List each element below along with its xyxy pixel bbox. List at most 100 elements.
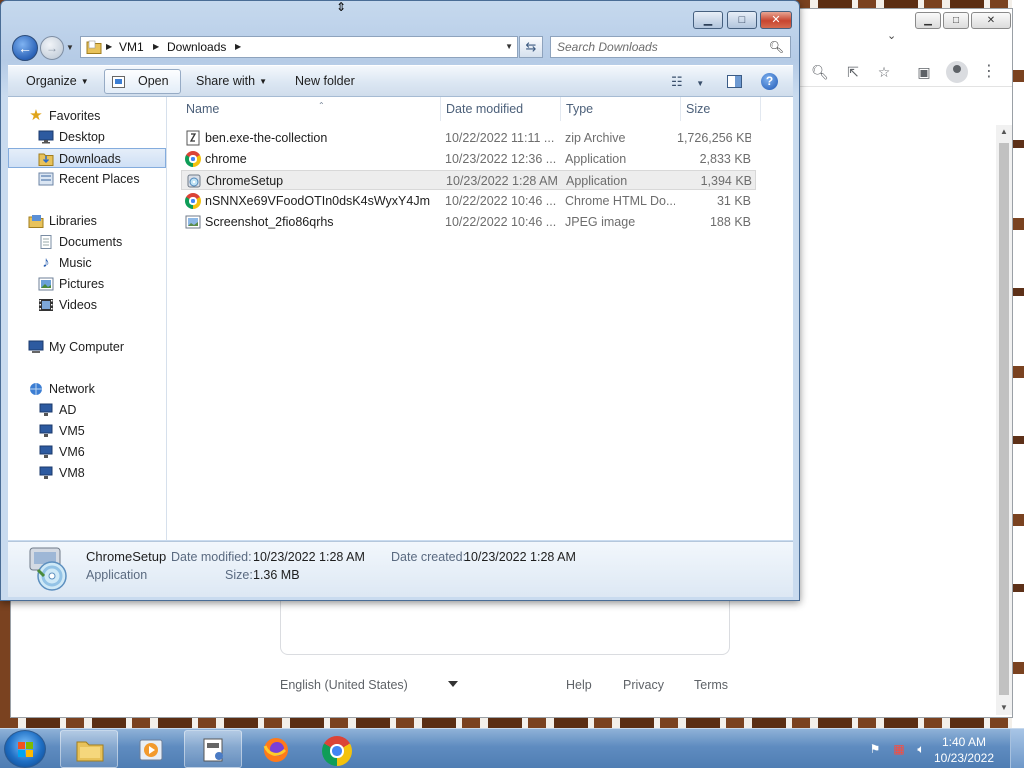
breadcrumb-downloads[interactable]: Downloads — [167, 40, 226, 54]
column-header-name-label: Name — [186, 102, 220, 116]
share-with-menu[interactable]: Share with ▼ — [196, 74, 267, 88]
chrome-icon — [185, 151, 201, 167]
network-computer-icon — [38, 403, 54, 417]
nav-network-vm5[interactable]: VM5 — [8, 421, 166, 441]
file-row[interactable]: chrome 10/23/2022 12:36 ... Application … — [181, 149, 756, 169]
nav-my-computer-label: My Computer — [49, 340, 125, 354]
media-player-icon — [139, 739, 163, 761]
nav-favorites[interactable]: ★ Favorites — [8, 106, 166, 126]
nav-pictures[interactable]: Pictures — [8, 274, 166, 294]
address-bar[interactable]: ▶ VM1 ▶ Downloads ▶ ▼ — [80, 36, 518, 58]
taskbar-firefox[interactable] — [246, 730, 304, 768]
show-desktop-button[interactable] — [1010, 729, 1024, 768]
breadcrumb-arrow-icon[interactable]: ▶ — [153, 42, 159, 51]
network-status-icon[interactable]: ▦ — [892, 742, 906, 756]
details-size-label: Size: — [225, 568, 253, 582]
details-file-type: Application — [86, 568, 148, 582]
search-box[interactable]: 🔍︎ — [550, 36, 791, 58]
network-computer-icon — [38, 445, 54, 459]
taskbar-chrome[interactable] — [308, 730, 366, 768]
system-clock[interactable]: 1:40 AM 10/23/2022 — [924, 734, 1004, 766]
menu-icon[interactable]: ⋮ — [980, 63, 998, 81]
clock-time: 1:40 AM — [941, 735, 987, 749]
breadcrumb-arrow-icon[interactable]: ▶ — [106, 42, 112, 51]
windows-logo-icon — [18, 742, 34, 758]
scrollbar-thumb[interactable] — [999, 143, 1009, 695]
file-row-selected[interactable]: ChromeSetup 10/23/2022 1:28 AM Applicati… — [181, 170, 756, 190]
recent-pages-dropdown[interactable]: ▼ — [66, 43, 74, 52]
nav-pictures-label: Pictures — [59, 277, 105, 291]
scroll-down-icon[interactable]: ▼ — [996, 701, 1012, 715]
column-header-name[interactable]: Name ⌃ — [181, 97, 441, 121]
language-selector[interactable]: English (United States) — [280, 678, 408, 692]
chrome-tab-search-icon[interactable]: ⌄ — [887, 29, 896, 42]
nav-libraries[interactable]: Libraries — [8, 211, 166, 231]
chrome-minimize-button[interactable]: ▁ — [915, 12, 941, 29]
breadcrumb-vm1[interactable]: VM1 — [119, 40, 144, 54]
search-icon[interactable]: 🔍︎ — [811, 63, 829, 81]
nav-videos[interactable]: Videos — [8, 295, 166, 315]
maximize-button[interactable]: □ — [727, 11, 757, 29]
close-button[interactable]: ✕ — [760, 11, 792, 29]
new-folder-button[interactable]: New folder — [295, 74, 355, 88]
profile-icon[interactable] — [946, 61, 968, 83]
privacy-link[interactable]: Privacy — [623, 678, 664, 692]
help-icon[interactable]: ? — [761, 73, 778, 90]
terms-link[interactable]: Terms — [694, 678, 728, 692]
chrome-scrollbar[interactable]: ▲ ▼ — [996, 125, 1012, 715]
nav-network-vm8[interactable]: VM8 — [8, 463, 166, 483]
address-history-dropdown[interactable]: ▼ — [505, 42, 513, 51]
nav-network[interactable]: Network — [8, 379, 166, 399]
desktop-background: ▁ □ ✕ ⌄ 🔍︎ ⇱ ☆ ▣ ⋮ ▲ ▼ English (United S… — [0, 0, 1024, 728]
file-size: 1,394 KB — [700, 174, 752, 188]
start-button[interactable] — [4, 730, 46, 768]
nav-music-label: Music — [59, 256, 92, 270]
column-header-size[interactable]: Size — [681, 97, 761, 121]
side-panel-icon[interactable]: ▣ — [915, 63, 933, 81]
file-row[interactable]: nSNNXe69VFoodOTIn0dsK4sWyxY4Jm 10/22/202… — [181, 191, 756, 211]
action-center-icon[interactable]: ⚑ — [868, 742, 882, 756]
nav-network-vm6[interactable]: VM6 — [8, 442, 166, 462]
refresh-button[interactable]: ⇆ — [519, 36, 543, 58]
star-icon: ★ — [29, 107, 43, 124]
organize-menu[interactable]: Organize ▼ — [26, 74, 89, 88]
nav-desktop[interactable]: Desktop — [8, 127, 166, 147]
taskbar-control-panel[interactable] — [184, 730, 242, 768]
scroll-up-icon[interactable]: ▲ — [996, 125, 1012, 139]
details-date-created: 10/23/2022 1:28 AM — [464, 550, 576, 564]
open-label[interactable]: Open — [138, 74, 169, 88]
installer-icon — [187, 174, 201, 188]
star-icon[interactable]: ☆ — [875, 63, 893, 81]
help-link[interactable]: Help — [566, 678, 592, 692]
nav-recent-places-label: Recent Places — [59, 172, 140, 186]
taskbar-media-player[interactable] — [122, 730, 180, 768]
breadcrumb-arrow-icon[interactable]: ▶ — [235, 42, 241, 51]
column-header-date-modified[interactable]: Date modified — [441, 97, 561, 121]
nav-downloads[interactable]: Downloads — [8, 148, 166, 168]
nav-network-ad[interactable]: AD — [8, 400, 166, 420]
minimize-button[interactable]: ▁ — [693, 11, 723, 29]
view-options-icon[interactable]: ☷ ▼ — [671, 74, 704, 90]
nav-documents[interactable]: Documents — [8, 232, 166, 252]
chrome-close-button[interactable]: ✕ — [971, 12, 1011, 29]
chevron-down-icon[interactable] — [448, 681, 458, 687]
column-header-type[interactable]: Type — [561, 97, 681, 121]
preview-pane-icon[interactable] — [727, 75, 742, 88]
share-icon[interactable]: ⇱ — [844, 63, 862, 81]
file-row[interactable]: ben.exe-the-collection 10/22/2022 11:11 … — [181, 128, 756, 148]
nav-recent-places[interactable]: Recent Places — [8, 169, 166, 189]
back-button[interactable]: ← — [12, 35, 38, 61]
explorer-window[interactable]: ▁ □ ✕ ← → ▼ ▶ VM1 ▶ Downloads ▶ ▼ ⇆ 🔍︎ O… — [0, 0, 800, 601]
forward-button[interactable]: → — [40, 36, 64, 60]
search-input[interactable] — [557, 40, 762, 54]
search-icon[interactable]: 🔍︎ — [769, 40, 784, 54]
chrome-maximize-button[interactable]: □ — [943, 12, 969, 29]
file-date: 10/22/2022 10:46 ... — [445, 215, 557, 229]
taskbar-explorer[interactable] — [60, 730, 118, 768]
details-date-created-label: Date created: — [391, 550, 467, 564]
file-type: JPEG image — [565, 215, 636, 229]
chevron-down-icon: ▼ — [259, 77, 267, 86]
file-row[interactable]: Screenshot_2fio86qrhs 10/22/2022 10:46 .… — [181, 212, 756, 232]
nav-music[interactable]: ♪ Music — [8, 253, 166, 273]
nav-my-computer[interactable]: My Computer — [8, 337, 166, 357]
